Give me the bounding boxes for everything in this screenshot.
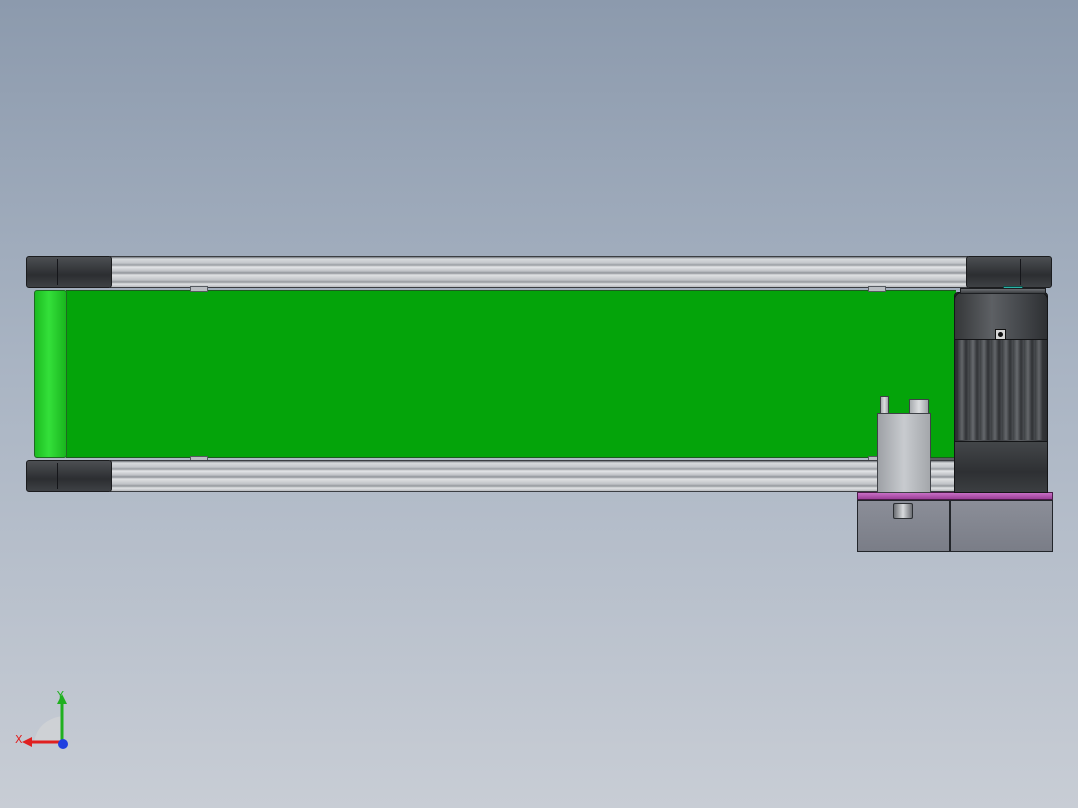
orientation-triad[interactable]: Y X	[12, 686, 82, 756]
sensor-plate-line	[930, 458, 956, 460]
top-left-end-cap	[26, 256, 112, 288]
x-axis-arrow	[22, 737, 32, 747]
z-axis-dot	[58, 739, 68, 749]
sensor-block[interactable]	[877, 413, 931, 493]
y-axis-label: Y	[57, 689, 64, 702]
x-axis-label: X	[15, 733, 23, 746]
cad-viewport[interactable]: Y X	[0, 0, 1078, 808]
bottom-frame-rail	[110, 460, 968, 492]
conveyor-assembly[interactable]	[0, 0, 1078, 808]
drive-roller[interactable]	[34, 290, 67, 458]
terminal-icon	[995, 329, 1006, 340]
motor-fins	[958, 340, 1044, 440]
triad-plane-shading	[34, 716, 62, 742]
motor-gearbox[interactable]	[954, 441, 1048, 493]
knob-icon	[893, 503, 913, 519]
control-box-right[interactable]	[950, 500, 1053, 552]
conveyor-belt[interactable]	[66, 290, 956, 458]
rail-bracket	[868, 286, 886, 292]
mount-plate	[857, 492, 1053, 500]
bottom-left-end-cap	[26, 460, 112, 492]
sensor-tab-left	[880, 396, 889, 414]
top-frame-rail	[110, 256, 968, 288]
rail-bracket	[190, 286, 208, 292]
top-right-end-cap	[966, 256, 1052, 288]
motor-flange	[960, 288, 1046, 294]
sensor-tab-right	[909, 399, 929, 414]
terminal-dot	[998, 332, 1003, 337]
